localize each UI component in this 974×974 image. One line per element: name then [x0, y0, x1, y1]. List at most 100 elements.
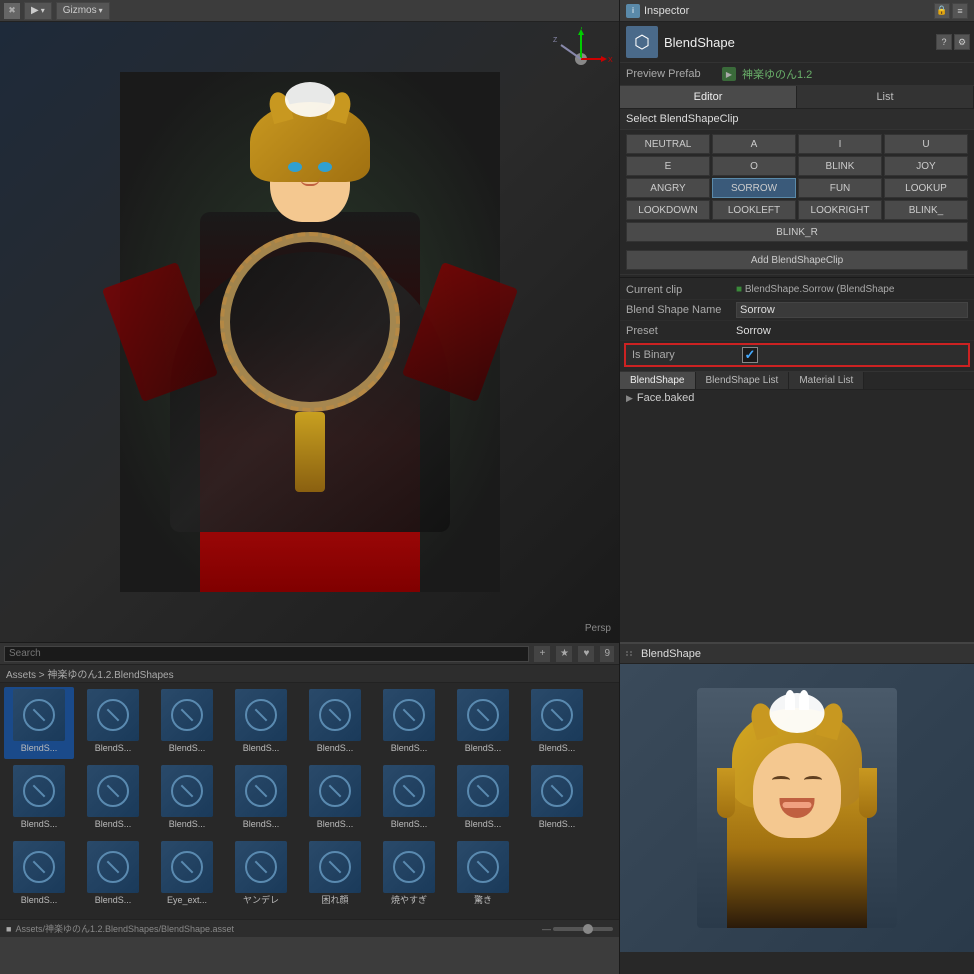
- clip-e-button[interactable]: E: [626, 156, 710, 176]
- clip-o-button[interactable]: O: [712, 156, 796, 176]
- clip-neutral-button[interactable]: NEUTRAL: [626, 134, 710, 154]
- asset-count-badge: 9: [599, 645, 615, 663]
- list-item[interactable]: BlendS...: [374, 763, 444, 835]
- inspector-menu-icon[interactable]: ≡: [952, 3, 968, 19]
- asset-icon: [457, 841, 509, 893]
- clip-sorrow-button[interactable]: SORROW: [712, 178, 796, 198]
- tree-item-label: Face.baked: [637, 392, 694, 404]
- asset-label: BlendS...: [21, 895, 58, 906]
- add-asset-button[interactable]: +: [533, 645, 551, 663]
- list-item[interactable]: 困れ顔: [300, 839, 370, 911]
- list-item[interactable]: BlendS...: [448, 763, 518, 835]
- preview-prefab-label: Preview Prefab: [626, 68, 716, 80]
- clip-lookleft-button[interactable]: LOOKLEFT: [712, 200, 796, 220]
- blend-shape-name-input[interactable]: [736, 302, 968, 318]
- asset-icon: [87, 689, 139, 741]
- component-icon: ⬡: [626, 26, 658, 58]
- asset-icon: [531, 765, 583, 817]
- list-item[interactable]: BlendS...: [4, 839, 74, 911]
- list-item[interactable]: BlendS...: [78, 839, 148, 911]
- list-item[interactable]: BlendS...: [226, 763, 296, 835]
- asset-icon: [457, 689, 509, 741]
- add-blendshapeclip-button[interactable]: Add BlendShapeClip: [626, 250, 968, 270]
- asset-icon: [161, 765, 213, 817]
- asset-label: BlendS...: [391, 819, 428, 830]
- list-item[interactable]: BlendS...: [226, 687, 296, 759]
- clip-blink2-button[interactable]: BLINK_: [884, 200, 968, 220]
- clip-blinkr-button[interactable]: BLINK_R: [626, 222, 968, 242]
- preview-prefab-row: Preview Prefab ▶ 神楽ゆのん1.2: [620, 63, 974, 86]
- asset-label: 焼やすぎ: [391, 895, 427, 906]
- list-item[interactable]: BlendS...: [374, 687, 444, 759]
- tools-icon[interactable]: ✖: [4, 3, 20, 19]
- path-label: ■ Assets/神楽ゆのん1.2.BlendShapes/BlendShape…: [6, 922, 234, 935]
- assets-panel: + ★ ♥ 9 Assets > 神楽ゆのん1.2.BlendShapes Bl…: [0, 642, 619, 937]
- list-item[interactable]: BlendS...: [78, 687, 148, 759]
- asset-label: BlendS...: [539, 819, 576, 830]
- assets-toolbar: + ★ ♥ 9: [0, 643, 619, 665]
- asset-icon: [383, 689, 435, 741]
- zoom-slider[interactable]: [553, 927, 613, 931]
- preview-panel-body: [620, 664, 974, 952]
- component-help-icon[interactable]: ?: [936, 34, 952, 50]
- clip-u-button[interactable]: U: [884, 134, 968, 154]
- face-preview-character: [697, 688, 897, 928]
- asset-label: BlendS...: [21, 743, 58, 754]
- list-item[interactable]: BlendS...: [152, 687, 222, 759]
- list-item[interactable]: Eye_ext...: [152, 839, 222, 911]
- tab-editor[interactable]: Editor: [620, 86, 797, 108]
- list-item[interactable]: BlendS...: [300, 687, 370, 759]
- sub-tab-blendshape-list[interactable]: BlendShape List: [696, 372, 790, 389]
- asset-icon: [13, 765, 65, 817]
- asset-label: BlendS...: [465, 743, 502, 754]
- clip-lookup-button[interactable]: LOOKUP: [884, 178, 968, 198]
- clip-blink-button[interactable]: BLINK: [798, 156, 882, 176]
- blend-shape-name-row: Blend Shape Name: [620, 300, 974, 321]
- asset-label: BlendS...: [243, 743, 280, 754]
- tree-row[interactable]: ▶ Face.baked: [620, 390, 974, 406]
- clip-fun-button[interactable]: FUN: [798, 178, 882, 198]
- tab-list[interactable]: List: [797, 86, 974, 108]
- prefab-icon-small: ■: [736, 284, 742, 295]
- list-item[interactable]: BlendS...: [4, 687, 74, 759]
- list-item[interactable]: BlendS...: [522, 763, 592, 835]
- sub-tab-blendshape[interactable]: BlendShape: [620, 372, 696, 389]
- character-viewport: [30, 52, 589, 612]
- clip-a-button[interactable]: A: [712, 134, 796, 154]
- scene-viewport: Y X Z Persp: [0, 22, 619, 642]
- clip-joy-button[interactable]: JOY: [884, 156, 968, 176]
- sub-tabs: BlendShape BlendShape List Material List: [620, 371, 974, 390]
- list-item[interactable]: BlendS...: [4, 763, 74, 835]
- drag-handle-icon: [626, 651, 633, 656]
- is-binary-row: Is Binary ✓: [624, 343, 970, 367]
- list-item[interactable]: 驚き: [448, 839, 518, 911]
- favorite-icon[interactable]: ♥: [577, 645, 595, 663]
- list-item[interactable]: BlendS...: [300, 763, 370, 835]
- asset-icon: [309, 689, 361, 741]
- bookmark-icon[interactable]: ★: [555, 645, 573, 663]
- list-item[interactable]: BlendS...: [152, 763, 222, 835]
- is-binary-checkbox[interactable]: ✓: [742, 347, 758, 363]
- unity-icon-small: ■: [6, 924, 11, 934]
- clip-angry-button[interactable]: ANGRY: [626, 178, 710, 198]
- list-item[interactable]: 焼やすぎ: [374, 839, 444, 911]
- list-item[interactable]: BlendS...: [522, 687, 592, 759]
- clip-buttons-grid: NEUTRAL A I U E O BLINK JOY ANGRY SORROW…: [620, 130, 974, 246]
- gizmos-button[interactable]: Gizmos ▾: [56, 2, 110, 20]
- list-item[interactable]: BlendS...: [448, 687, 518, 759]
- clip-lookdown-button[interactable]: LOOKDOWN: [626, 200, 710, 220]
- clip-lookright-button[interactable]: LOOKRIGHT: [798, 200, 882, 220]
- camera-button[interactable]: ▶ ▾: [24, 2, 52, 20]
- clip-i-button[interactable]: I: [798, 134, 882, 154]
- list-item[interactable]: BlendS...: [78, 763, 148, 835]
- list-item[interactable]: ヤンデレ: [226, 839, 296, 911]
- assets-search-input[interactable]: [4, 646, 529, 662]
- asset-icon: [13, 689, 65, 741]
- minus-icon: —: [542, 924, 551, 934]
- character-model: [120, 72, 500, 592]
- component-settings-icon[interactable]: ⚙: [954, 34, 970, 50]
- sub-tab-material-list[interactable]: Material List: [789, 372, 864, 389]
- asset-icon: [531, 689, 583, 741]
- assets-path-bar: ■ Assets/神楽ゆのん1.2.BlendShapes/BlendShape…: [0, 919, 619, 937]
- inspector-lock-icon[interactable]: 🔒: [934, 3, 950, 19]
